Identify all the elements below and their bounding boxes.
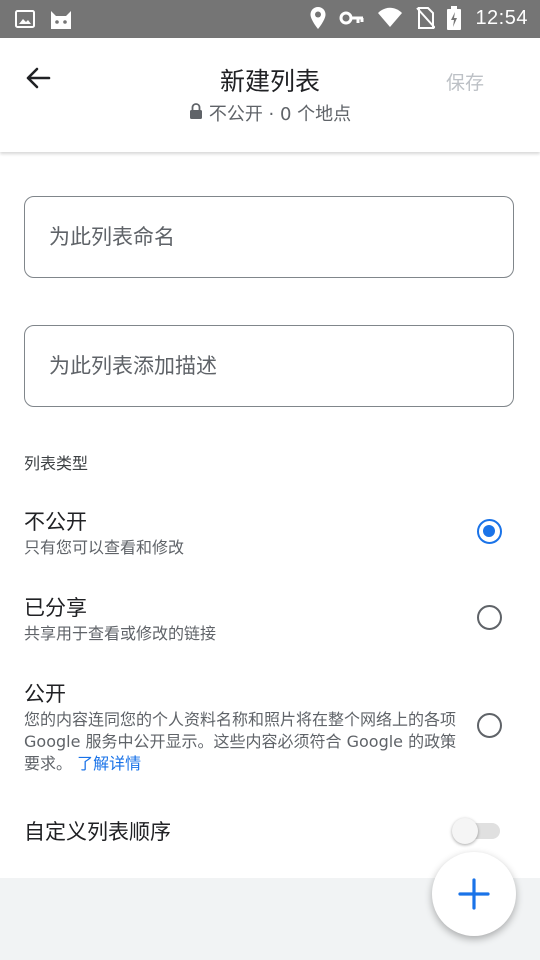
list-description-field[interactable] bbox=[24, 325, 514, 407]
add-place-button[interactable] bbox=[432, 852, 516, 936]
list-name-input[interactable] bbox=[25, 197, 513, 277]
toggle-thumb bbox=[452, 818, 478, 844]
learn-more-link[interactable]: 了解详情 bbox=[77, 754, 141, 773]
no-sim-icon bbox=[415, 6, 436, 30]
location-icon bbox=[309, 6, 327, 30]
battery-charging-icon bbox=[447, 6, 462, 30]
list-description-input[interactable] bbox=[25, 326, 513, 406]
list-type-option-shared[interactable]: 已分享 共享用于查看或修改的链接 bbox=[0, 586, 540, 656]
subtitle-text: 不公开 · 0 个地点 bbox=[208, 104, 352, 125]
list-type-option-public[interactable]: 公开 您的内容连同您的个人资料名称和照片将在整个网络上的各项 Google 服务… bbox=[0, 672, 540, 782]
option-title: 已分享 bbox=[24, 596, 87, 620]
list-name-field[interactable] bbox=[24, 196, 514, 278]
status-bar: 12:54 bbox=[0, 0, 540, 38]
radio-public[interactable] bbox=[477, 713, 502, 738]
radio-private[interactable] bbox=[477, 519, 502, 544]
list-type-label: 列表类型 bbox=[24, 454, 89, 473]
cat-notification-icon bbox=[48, 7, 74, 31]
option-description-block: 您的内容连同您的个人资料名称和照片将在整个网络上的各项 Google 服务中公开… bbox=[24, 709, 464, 775]
option-description: 共享用于查看或修改的链接 bbox=[24, 624, 217, 643]
wifi-icon bbox=[377, 7, 403, 29]
option-title: 不公开 bbox=[24, 510, 87, 534]
plus-icon bbox=[432, 878, 516, 940]
status-time: 12:54 bbox=[475, 6, 528, 29]
app-bar: 新建列表 不公开 · 0 个地点 保存 bbox=[0, 38, 540, 152]
list-privacy-summary: 不公开 · 0 个地点 bbox=[0, 100, 540, 126]
radio-shared[interactable] bbox=[477, 605, 502, 630]
option-title: 公开 bbox=[24, 682, 66, 706]
lock-icon bbox=[189, 102, 203, 124]
list-type-option-private[interactable]: 不公开 只有您可以查看和修改 bbox=[0, 500, 540, 570]
key-icon bbox=[339, 8, 365, 28]
custom-order-toggle[interactable] bbox=[452, 818, 500, 844]
image-icon bbox=[14, 8, 36, 30]
custom-order-label: 自定义列表顺序 bbox=[24, 820, 171, 844]
option-description: 只有您可以查看和修改 bbox=[24, 538, 185, 557]
save-button[interactable]: 保存 bbox=[446, 68, 484, 95]
